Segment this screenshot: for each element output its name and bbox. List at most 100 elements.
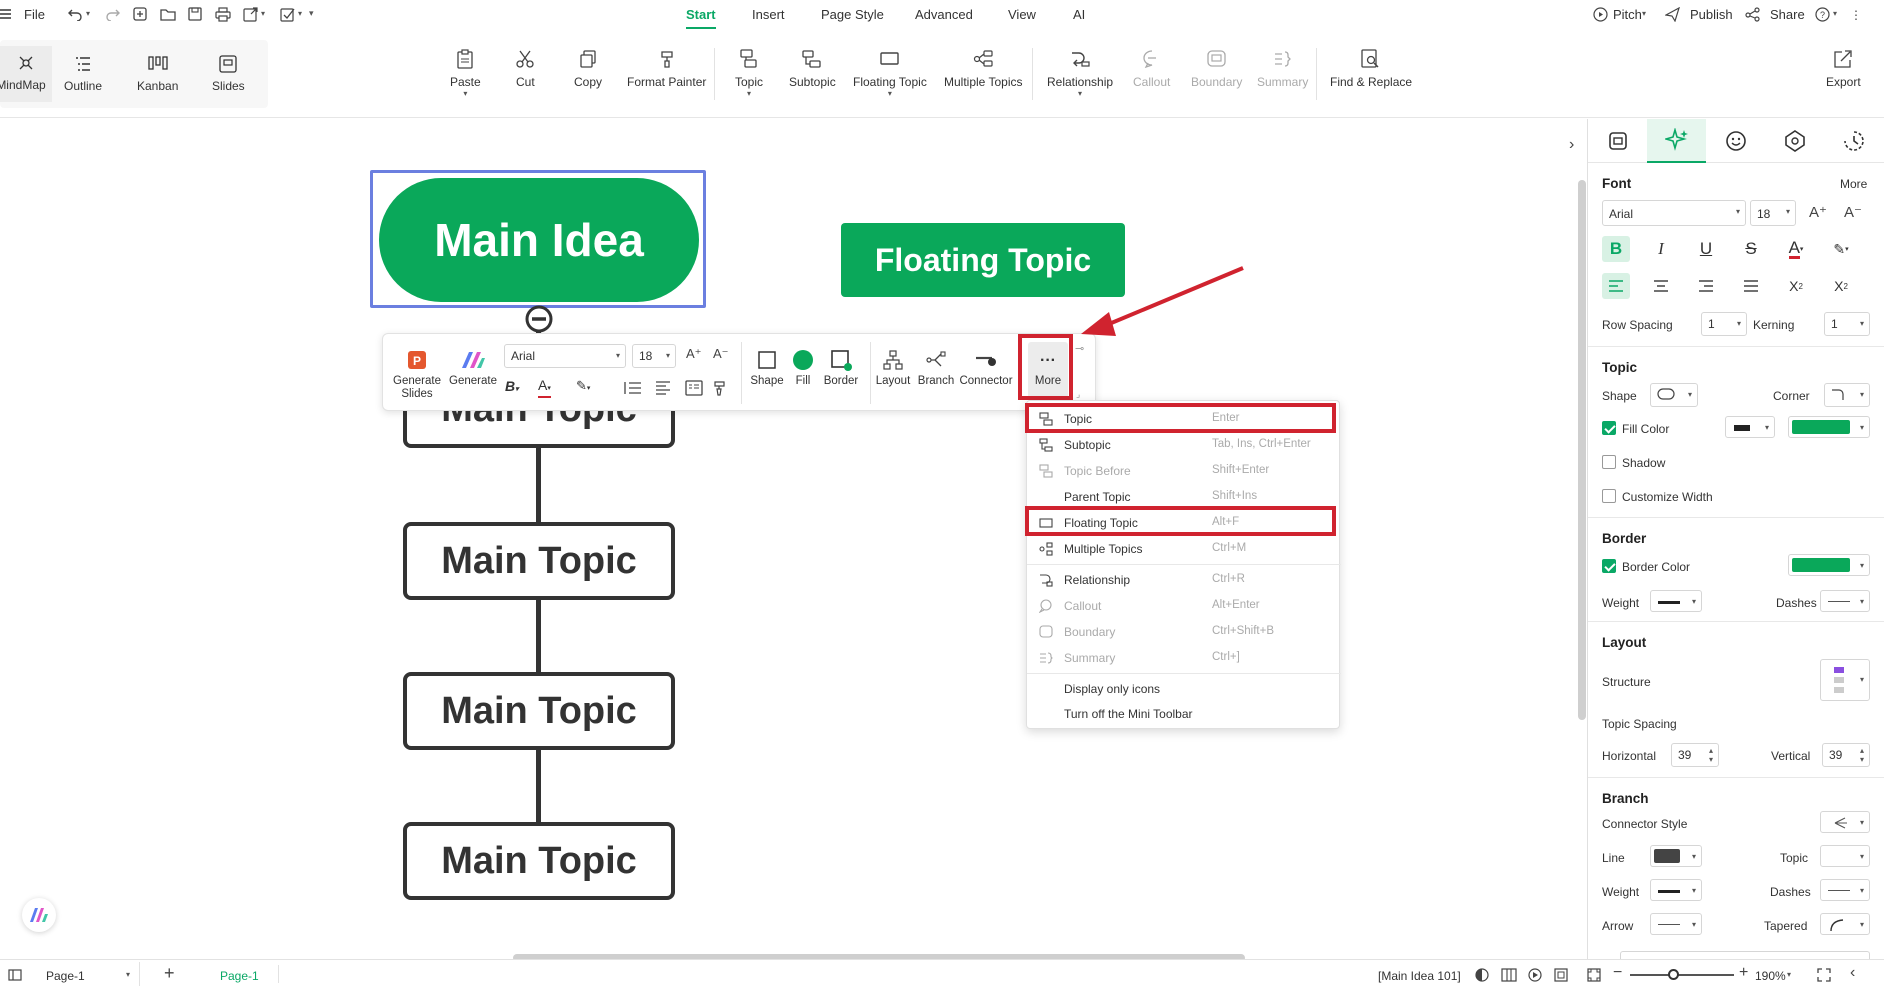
- tab-view[interactable]: View: [1008, 7, 1036, 22]
- file-menu[interactable]: File: [24, 7, 45, 22]
- tab-insert[interactable]: Insert: [752, 7, 785, 22]
- add-page-icon[interactable]: +: [164, 963, 175, 984]
- sidebar-toggle-icon[interactable]: [8, 969, 22, 981]
- tab-style[interactable]: [1647, 119, 1706, 163]
- page-select[interactable]: Page-1 ▾: [32, 962, 140, 986]
- callout-button[interactable]: Callout: [1133, 48, 1170, 89]
- presentation-icon[interactable]: [1554, 968, 1568, 982]
- checkbox-tool-icon[interactable]: [280, 7, 296, 22]
- layout-button[interactable]: Layout: [873, 348, 913, 388]
- highlight-icon[interactable]: ✎▾: [576, 378, 590, 394]
- panel-font-size-select[interactable]: 18 ▾: [1750, 200, 1796, 226]
- undo-icon[interactable]: [68, 7, 84, 21]
- connector-style-select[interactable]: ▾: [1820, 811, 1870, 833]
- decrease-font-icon[interactable]: A⁻: [713, 346, 729, 362]
- view-slides[interactable]: Slides: [212, 53, 245, 93]
- tapered-select[interactable]: ▾: [1820, 913, 1870, 935]
- justify-icon[interactable]: [1737, 273, 1765, 299]
- topic-dropdown-icon[interactable]: ▾: [747, 90, 751, 98]
- shape-button[interactable]: Shape: [747, 348, 787, 388]
- decrease-font-icon[interactable]: A⁻: [1844, 203, 1862, 221]
- export-dropdown-icon[interactable]: ▾: [261, 9, 265, 18]
- numbering-icon[interactable]: [623, 380, 645, 396]
- page-tab-active[interactable]: Page-1: [220, 969, 259, 983]
- checkbox-dropdown-icon[interactable]: ▾: [298, 9, 302, 18]
- menu-overflow-icon[interactable]: ⋮: [1850, 8, 1862, 22]
- menu-item-topic-before[interactable]: Topic Before Shift+Enter: [1027, 458, 1341, 484]
- branch-topic-select[interactable]: ▾: [1820, 845, 1870, 867]
- increase-font-icon[interactable]: A⁺: [1809, 203, 1827, 221]
- border-button[interactable]: Border: [819, 348, 863, 388]
- row-spacing-select[interactable]: 1 ▾: [1701, 312, 1747, 336]
- publish-button[interactable]: Publish: [1690, 7, 1733, 22]
- main-topic-node[interactable]: Main Topic: [403, 672, 675, 750]
- relationship-button[interactable]: Relationship ▾: [1047, 48, 1113, 98]
- fill-color-picker[interactable]: ▾: [1788, 416, 1870, 438]
- font-size-select[interactable]: 18 ▾: [632, 344, 676, 368]
- print-icon[interactable]: [215, 7, 231, 22]
- fill-pattern-select[interactable]: ▾: [1725, 416, 1775, 438]
- fit-page-icon[interactable]: [1587, 968, 1601, 982]
- help-icon[interactable]: ?: [1815, 7, 1830, 22]
- fill-button[interactable]: Fill: [787, 348, 819, 388]
- main-idea-node[interactable]: Main Idea: [379, 178, 699, 302]
- tab-ai[interactable]: AI: [1073, 7, 1085, 22]
- hamburger-icon[interactable]: [0, 8, 12, 20]
- branch-weight-select[interactable]: ▾: [1650, 879, 1702, 901]
- border-color-checkbox[interactable]: [1602, 559, 1616, 573]
- underline-icon[interactable]: U: [1692, 236, 1720, 262]
- copy-button[interactable]: Copy: [574, 48, 602, 89]
- customize-width-checkbox[interactable]: [1602, 489, 1616, 503]
- topic-shape-select[interactable]: ▾: [1650, 383, 1698, 407]
- zoom-dropdown-icon[interactable]: ▾: [1787, 970, 1791, 979]
- bold-icon[interactable]: B: [1602, 236, 1630, 262]
- pin-icon[interactable]: ⊸: [1075, 342, 1084, 355]
- view-mindmap[interactable]: MindMap: [0, 46, 52, 102]
- strikethrough-icon[interactable]: S: [1737, 236, 1765, 262]
- tab-icons[interactable]: [1706, 119, 1765, 163]
- tab-history[interactable]: [1824, 119, 1883, 163]
- multiple-topics-button[interactable]: Multiple Topics: [944, 48, 1022, 89]
- relationship-dropdown-icon[interactable]: ▾: [1078, 90, 1082, 98]
- generate-slides-button[interactable]: P Generate Slides: [391, 348, 443, 401]
- shadow-checkbox[interactable]: [1602, 455, 1616, 469]
- menu-item-relationship[interactable]: Relationship Ctrl+R: [1027, 567, 1341, 593]
- zoom-out-icon[interactable]: −: [1613, 964, 1622, 982]
- tab-page[interactable]: [1588, 119, 1647, 163]
- increase-font-icon[interactable]: A⁺: [686, 346, 702, 362]
- tab-advanced[interactable]: Advanced: [915, 7, 973, 22]
- floating-topic-dropdown-icon[interactable]: ▾: [888, 90, 892, 98]
- zoom-slider[interactable]: [1630, 974, 1734, 976]
- menu-item-display-only-icons[interactable]: Display only icons: [1027, 676, 1341, 702]
- fill-color-checkbox[interactable]: [1602, 421, 1616, 435]
- collapse-toggle-icon[interactable]: [524, 304, 554, 334]
- menu-item-summary[interactable]: Summary Ctrl+]: [1027, 645, 1341, 671]
- cut-button[interactable]: Cut: [516, 48, 535, 89]
- format-brush-icon[interactable]: [712, 380, 728, 396]
- paste-button[interactable]: Paste ▾: [450, 48, 481, 98]
- find-replace-button[interactable]: Find & Replace: [1330, 48, 1412, 89]
- topic-button[interactable]: Topic ▾: [735, 48, 763, 98]
- menu-item-multiple-topics[interactable]: Multiple Topics Ctrl+M: [1027, 536, 1341, 562]
- tab-theme[interactable]: [1765, 119, 1824, 163]
- undo-dropdown-icon[interactable]: ▾: [86, 9, 90, 18]
- text-color-icon[interactable]: A ▾: [1782, 236, 1810, 262]
- pitch-button[interactable]: Pitch: [1613, 7, 1642, 22]
- align-right-icon[interactable]: [1692, 273, 1720, 299]
- paste-dropdown-icon[interactable]: ▾: [463, 90, 467, 98]
- panel-font-family-select[interactable]: Arial ▾: [1602, 200, 1746, 226]
- branch-dashes-select[interactable]: ▾: [1820, 879, 1870, 901]
- generate-button[interactable]: Generate: [447, 348, 499, 388]
- play-icon[interactable]: [1528, 968, 1542, 982]
- align-icon[interactable]: [655, 380, 677, 396]
- export-button[interactable]: Export: [1826, 48, 1861, 89]
- line-color-picker[interactable]: ▾: [1650, 845, 1702, 867]
- structure-select[interactable]: ▾: [1820, 659, 1870, 701]
- kerning-select[interactable]: 1 ▾: [1824, 312, 1870, 336]
- tab-page-style[interactable]: Page Style: [821, 7, 884, 22]
- zoom-level[interactable]: 190%: [1755, 969, 1786, 983]
- open-folder-icon[interactable]: [160, 7, 176, 22]
- superscript-icon[interactable]: X2: [1782, 273, 1810, 299]
- italic-icon[interactable]: I: [1647, 236, 1675, 262]
- bold-icon[interactable]: B▾: [505, 378, 519, 394]
